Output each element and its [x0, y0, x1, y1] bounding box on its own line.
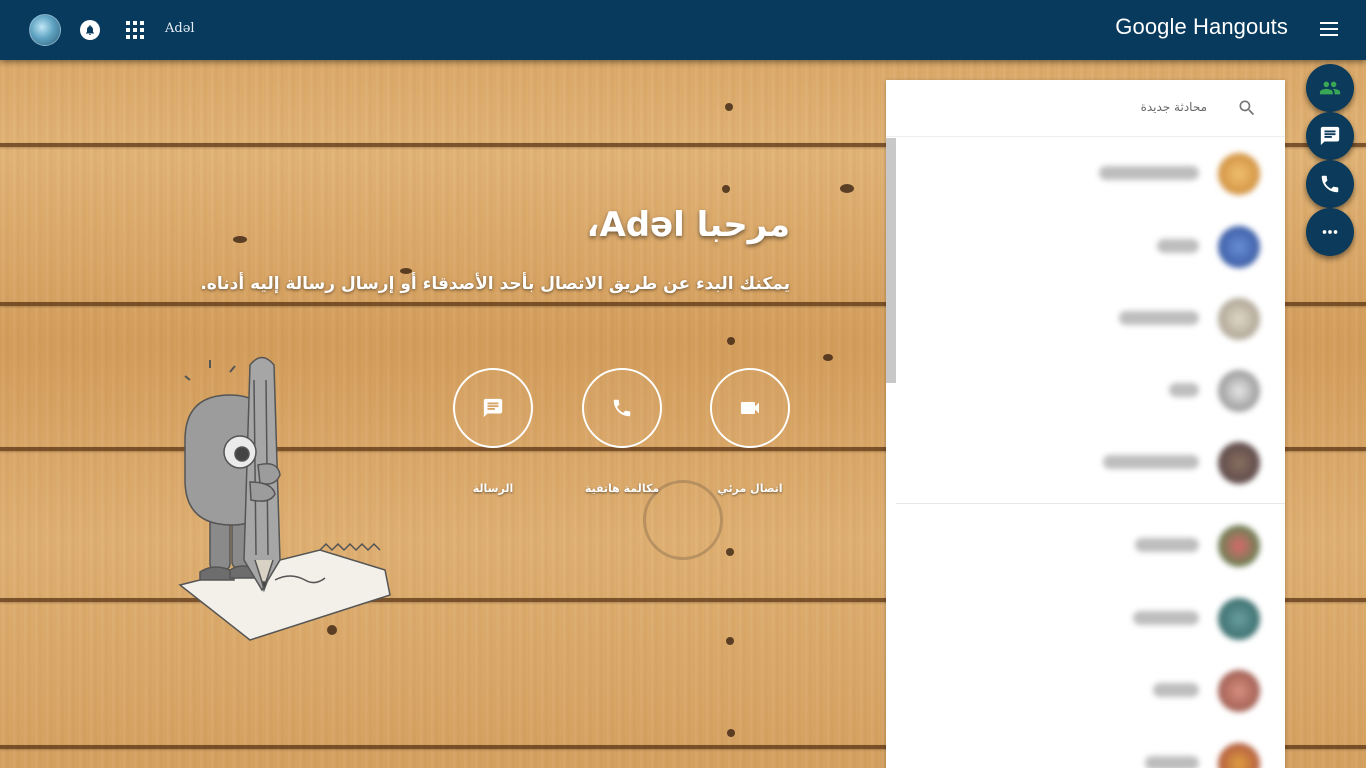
top-bar: Adəl Google Hangouts — [0, 0, 1366, 60]
phone-call-action[interactable]: مكالمة هاتفية — [581, 368, 663, 495]
message-label: الرسالة — [472, 482, 514, 495]
conversation-item[interactable] — [886, 510, 1285, 582]
more-options-fab[interactable] — [1306, 208, 1354, 256]
more-horiz-icon — [1322, 230, 1338, 234]
contact-name-blurred — [1169, 383, 1199, 397]
contact-name-blurred — [1145, 756, 1199, 768]
message-icon — [483, 398, 503, 418]
contact-avatar — [1218, 598, 1260, 640]
new-conversation-search[interactable]: محادثة جديدة — [886, 80, 1285, 137]
notifications-bell-icon[interactable] — [80, 20, 100, 40]
welcome-title: مرحبا Adəl، — [586, 205, 790, 245]
contact-avatar — [1218, 442, 1260, 484]
conversation-item[interactable] — [886, 728, 1285, 768]
video-call-action[interactable]: اتصال مرئي — [709, 368, 791, 495]
conversation-item[interactable] — [886, 138, 1285, 210]
pencil-character-illustration — [178, 356, 391, 641]
contact-name-blurred — [1119, 311, 1199, 325]
conversations-panel: محادثة جديدة — [886, 80, 1285, 768]
new-chat-fab[interactable] — [1306, 112, 1354, 160]
conversation-item[interactable] — [886, 211, 1285, 283]
user-name: Adəl — [165, 21, 195, 36]
contact-name-blurred — [1153, 683, 1199, 697]
contact-name-blurred — [1157, 239, 1199, 253]
contact-avatar — [1218, 226, 1260, 268]
welcome-subtitle: يمكنك البدء عن طريق الاتصال بأحد الأصدقا… — [200, 274, 790, 294]
conversation-item[interactable] — [886, 355, 1285, 427]
contact-avatar — [1218, 743, 1260, 768]
message-button[interactable] — [453, 368, 533, 448]
contact-avatar — [1218, 298, 1260, 340]
phone-icon — [1321, 175, 1339, 193]
conversation-item[interactable] — [886, 583, 1285, 655]
brand-logo: Google Hangouts — [1115, 14, 1288, 39]
conversation-item[interactable] — [886, 283, 1285, 355]
user-avatar[interactable] — [29, 14, 61, 46]
videocam-icon — [741, 402, 759, 414]
conversation-item[interactable] — [886, 427, 1285, 499]
phone-call-label: مكالمة هاتفية — [584, 482, 660, 495]
contact-avatar — [1218, 370, 1260, 412]
contact-name-blurred — [1133, 611, 1199, 625]
chat-icon — [1320, 126, 1340, 146]
new-conversation-placeholder[interactable]: محادثة جديدة — [1141, 100, 1207, 114]
contact-name-blurred — [1103, 455, 1199, 469]
phone-icon — [613, 399, 631, 417]
message-action[interactable]: الرسالة — [452, 368, 534, 495]
contact-avatar — [1218, 525, 1260, 567]
people-fab[interactable] — [1306, 64, 1354, 112]
phone-call-button[interactable] — [582, 368, 662, 448]
contact-avatar — [1218, 153, 1260, 195]
people-icon — [1319, 81, 1341, 95]
hamburger-menu-icon[interactable] — [1319, 20, 1339, 38]
contact-name-blurred — [1135, 538, 1199, 552]
conversation-item[interactable] — [886, 655, 1285, 727]
video-call-label: اتصال مرئي — [717, 482, 783, 495]
video-call-button[interactable] — [710, 368, 790, 448]
list-divider — [896, 503, 1285, 504]
apps-grid-icon[interactable] — [125, 20, 145, 40]
search-icon[interactable] — [1237, 98, 1257, 118]
contact-name-blurred — [1099, 166, 1199, 180]
phone-fab[interactable] — [1306, 160, 1354, 208]
contact-avatar — [1218, 670, 1260, 712]
